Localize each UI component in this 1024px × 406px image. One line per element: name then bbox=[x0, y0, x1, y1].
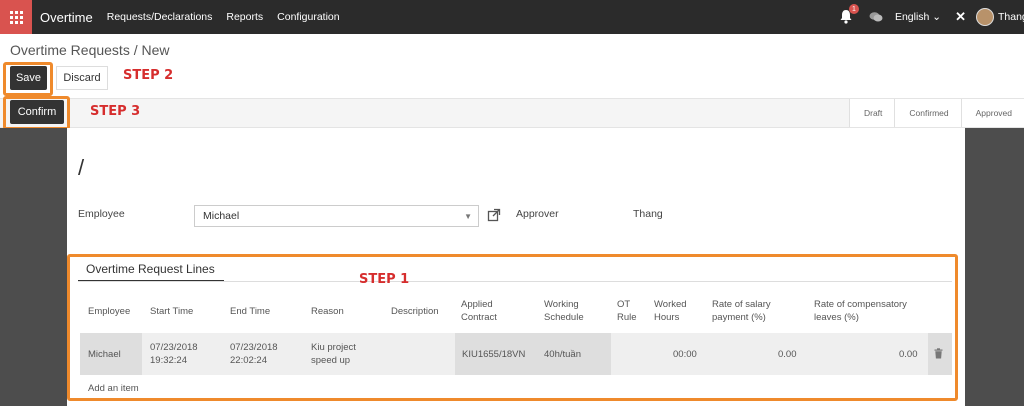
cell-reason-line2: speed up bbox=[311, 355, 351, 366]
confirm-button[interactable]: Confirm bbox=[10, 100, 64, 124]
tab-overtime-request-lines[interactable]: Overtime Request Lines bbox=[86, 262, 215, 276]
add-item-link[interactable]: Add an item bbox=[88, 383, 139, 394]
col-header-rate-compensatory-line1: Rate of compensatory bbox=[814, 299, 907, 310]
cell-start-time[interactable]: 07/23/2018 19:32:24 bbox=[150, 341, 198, 367]
col-header-start-time[interactable]: Start Time bbox=[150, 305, 193, 318]
col-header-worked-hours-line1: Worked bbox=[654, 299, 687, 310]
col-header-ot-rule-line2: Rule bbox=[617, 312, 637, 323]
col-header-rate-salary-line2: payment (%) bbox=[712, 312, 766, 323]
chevron-down-icon[interactable]: ▼ bbox=[464, 212, 472, 221]
stage-draft[interactable]: Draft bbox=[848, 99, 895, 127]
col-header-worked-hours[interactable]: Worked Hours bbox=[654, 298, 687, 324]
col-header-ot-rule[interactable]: OT Rule bbox=[617, 298, 637, 324]
col-header-rate-compensatory[interactable]: Rate of compensatory leaves (%) bbox=[814, 298, 907, 324]
request-lines-highlight-box bbox=[67, 254, 958, 401]
col-header-ot-rule-line1: OT bbox=[617, 299, 631, 310]
notification-count-badge: 1 bbox=[848, 4, 859, 14]
stage-confirmed[interactable]: Confirmed bbox=[894, 99, 961, 127]
apps-grid-icon bbox=[9, 10, 23, 24]
col-header-rate-salary-line1: Rate of salary bbox=[712, 299, 771, 310]
statusbar-row: Draft Confirmed Approved bbox=[0, 98, 1024, 128]
cell-reason[interactable]: Kiu project speed up bbox=[311, 341, 356, 367]
step-1-annotation: STEP 1 bbox=[359, 272, 410, 287]
menu-requests-declarations[interactable]: Requests/Declarations bbox=[107, 11, 213, 23]
trash-icon[interactable] bbox=[934, 348, 943, 359]
app-brand[interactable]: Overtime bbox=[40, 10, 93, 25]
cell-rate-compensatory[interactable]: 0.00 bbox=[899, 348, 918, 361]
col-header-working-schedule[interactable]: Working Schedule bbox=[544, 298, 584, 324]
discard-button[interactable]: Discard bbox=[56, 66, 108, 90]
menu-reports[interactable]: Reports bbox=[226, 11, 263, 23]
col-header-rate-compensatory-line2: leaves (%) bbox=[814, 312, 859, 323]
close-icon[interactable]: ✕ bbox=[955, 9, 966, 25]
step-3-annotation: STEP 3 bbox=[90, 104, 141, 119]
cell-rate-salary[interactable]: 0.00 bbox=[778, 348, 797, 361]
col-header-applied-contract-line2: Contract bbox=[461, 312, 497, 323]
cell-working-schedule[interactable]: 40h/tuần bbox=[544, 348, 581, 361]
notification-bell-icon[interactable]: 1 bbox=[839, 4, 859, 25]
tab-divider bbox=[78, 281, 952, 282]
menu-configuration[interactable]: Configuration bbox=[277, 11, 339, 23]
cell-end-time[interactable]: 07/23/2018 22:02:24 bbox=[230, 341, 278, 367]
employee-label: Employee bbox=[78, 208, 125, 220]
col-header-rate-salary[interactable]: Rate of salary payment (%) bbox=[712, 298, 771, 324]
col-header-reason[interactable]: Reason bbox=[311, 305, 344, 318]
col-header-working-schedule-line2: Schedule bbox=[544, 312, 584, 323]
cell-end-date: 07/23/2018 bbox=[230, 342, 278, 353]
save-button[interactable]: Save bbox=[10, 66, 47, 90]
cell-applied-contract[interactable]: KIU1655/18VN bbox=[462, 348, 525, 361]
cell-start-clock: 19:32:24 bbox=[150, 355, 187, 366]
col-header-end-time[interactable]: End Time bbox=[230, 305, 270, 318]
col-header-applied-contract[interactable]: Applied Contract bbox=[461, 298, 497, 324]
step-2-annotation: STEP 2 bbox=[123, 68, 174, 83]
apps-menu-button[interactable] bbox=[0, 0, 32, 34]
col-header-description[interactable]: Description bbox=[391, 305, 439, 318]
top-navbar: Overtime Requests/Declarations Reports C… bbox=[0, 0, 1024, 34]
language-selector[interactable]: English ⌄ bbox=[895, 11, 941, 23]
approver-value: Thang bbox=[633, 208, 663, 220]
stage-approved[interactable]: Approved bbox=[960, 99, 1024, 127]
record-name: / bbox=[78, 155, 85, 180]
approver-label: Approver bbox=[516, 208, 559, 220]
user-name[interactable]: Thang bbox=[998, 11, 1024, 23]
status-stages: Draft Confirmed Approved bbox=[848, 99, 1024, 127]
col-header-working-schedule-line1: Working bbox=[544, 299, 579, 310]
external-link-icon[interactable] bbox=[487, 208, 501, 222]
employee-field[interactable]: Michael ▼ bbox=[194, 205, 479, 227]
cell-start-date: 07/23/2018 bbox=[150, 342, 198, 353]
col-header-employee[interactable]: Employee bbox=[88, 305, 130, 318]
employee-value: Michael bbox=[203, 210, 240, 222]
cell-reason-line1: Kiu project bbox=[311, 342, 356, 353]
col-header-worked-hours-line2: Hours bbox=[654, 312, 680, 323]
chat-icon[interactable] bbox=[869, 11, 883, 23]
cell-employee[interactable]: Michael bbox=[88, 348, 121, 361]
col-header-applied-contract-line1: Applied bbox=[461, 299, 493, 310]
cell-end-clock: 22:02:24 bbox=[230, 355, 267, 366]
cell-worked-hours[interactable]: 00:00 bbox=[673, 348, 697, 361]
user-avatar[interactable] bbox=[976, 8, 994, 26]
breadcrumb: Overtime Requests / New bbox=[10, 42, 170, 58]
